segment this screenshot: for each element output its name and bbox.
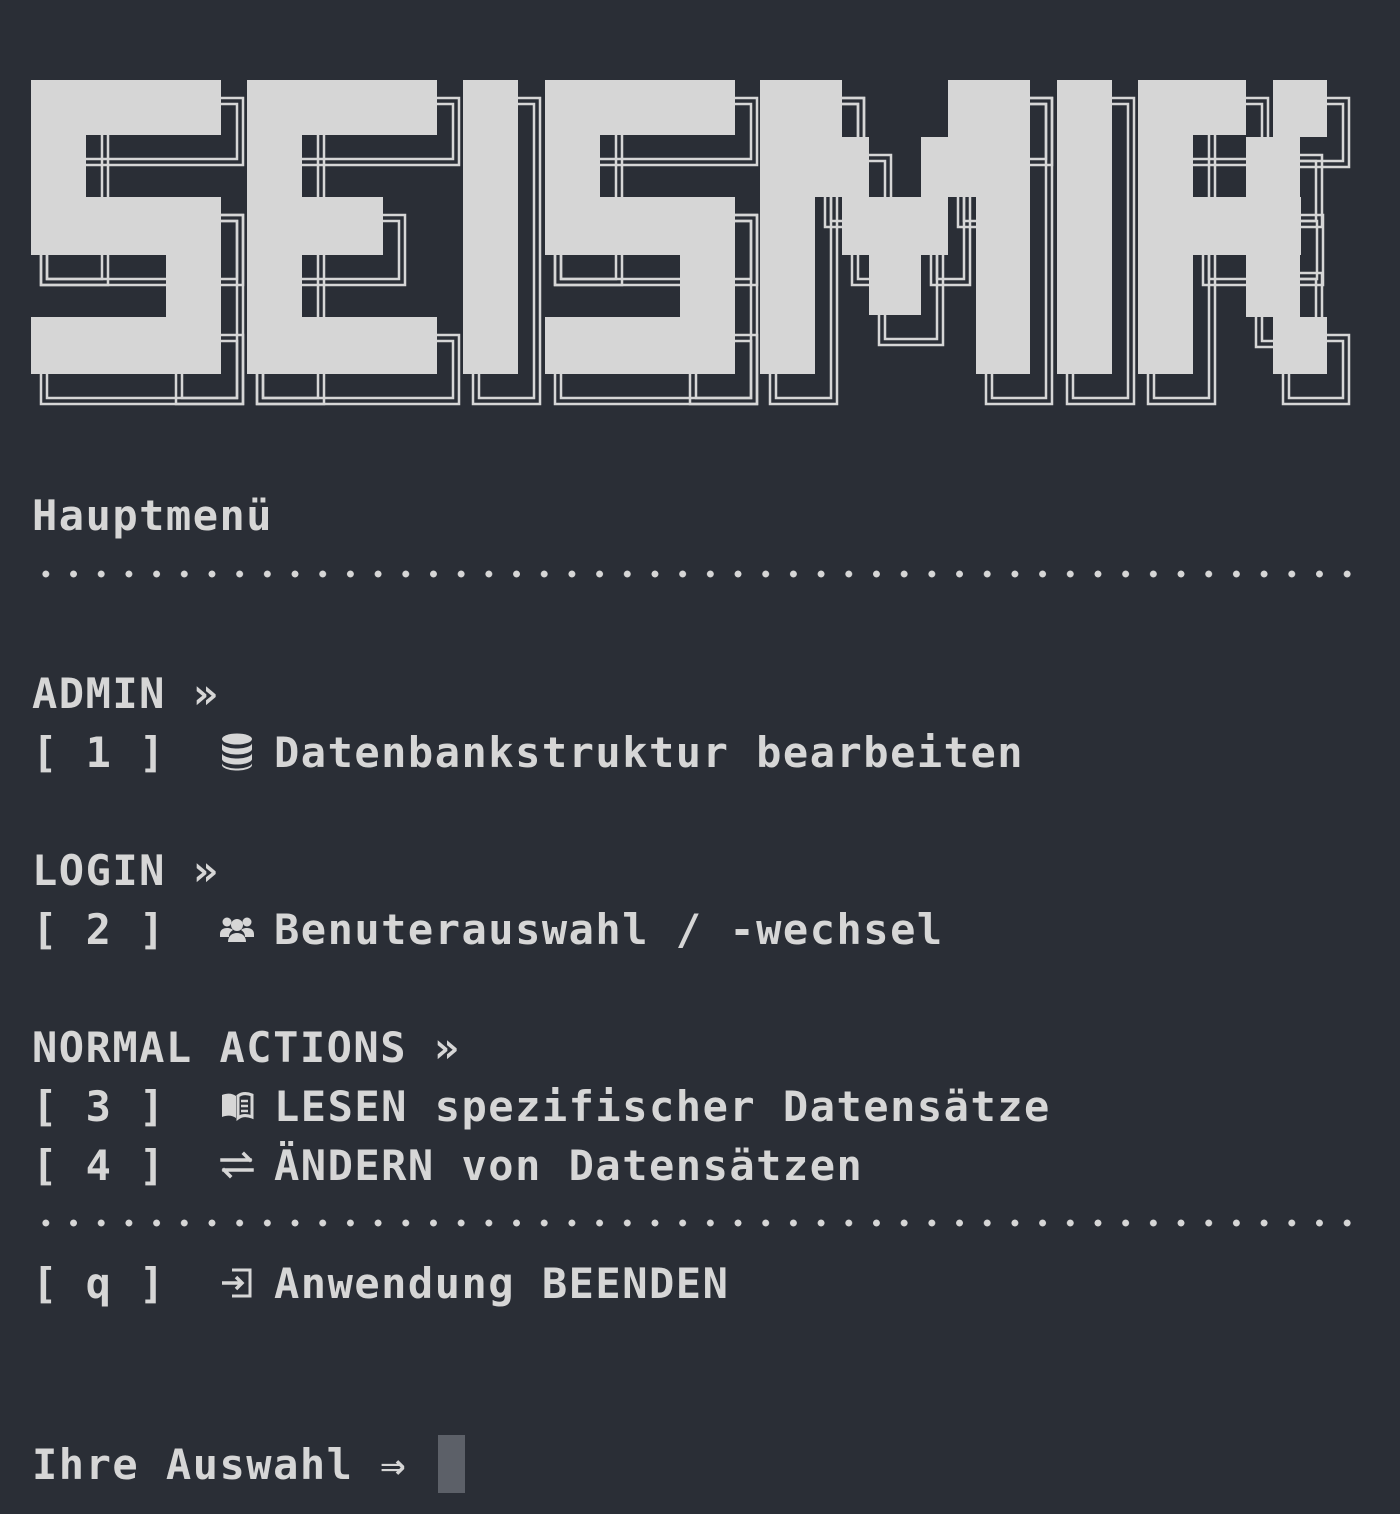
menu-item-lesen[interactable]: [ 3 ] LESEN spezifischer Datensätze [32, 1080, 1051, 1132]
app-banner-logo [0, 0, 1400, 440]
menu-item-label: LESEN spezifischer Datensätze [274, 1081, 1051, 1131]
exit-icon [218, 1264, 256, 1302]
menu-item-key: [ 2 ] [32, 904, 166, 954]
menu-item-beenden[interactable]: [ q ] Anwendung BEENDEN [32, 1257, 729, 1309]
book-icon [218, 1087, 256, 1125]
menu-item-key: [ q ] [32, 1258, 166, 1308]
menu-item-key: [ 1 ] [32, 727, 166, 777]
selection-prompt[interactable]: Ihre Auswahl ⇒ [32, 1434, 465, 1494]
menu-item-label: Benuterauswahl / -wechsel [274, 904, 944, 954]
menu-divider-top [32, 568, 1362, 580]
users-icon [218, 910, 256, 948]
menu-item-datenbankstruktur[interactable]: [ 1 ] Datenbankstruktur bearbeiten [32, 726, 1024, 778]
menu-item-benutzerauswahl[interactable]: [ 2 ] Benuterauswahl / -wechsel [32, 903, 944, 955]
menu-item-label: Anwendung BEENDEN [274, 1258, 730, 1308]
section-login-label: LOGIN » [32, 846, 220, 895]
menu-item-label: Datenbankstruktur bearbeiten [274, 727, 1025, 777]
section-normal-actions-label: NORMAL ACTIONS » [32, 1023, 461, 1072]
database-icon [218, 733, 256, 771]
prompt-label: Ihre Auswahl ⇒ [32, 1439, 434, 1489]
exchange-icon [218, 1146, 256, 1184]
menu-item-aendern[interactable]: [ 4 ] ÄNDERN von Datensätzen [32, 1139, 863, 1191]
menu-item-key: [ 4 ] [32, 1140, 166, 1190]
menu-item-key: [ 3 ] [32, 1081, 166, 1131]
text-cursor[interactable] [437, 1435, 465, 1493]
menu-item-label: ÄNDERN von Datensätzen [274, 1140, 864, 1190]
menu-title: Hauptmenü [32, 491, 274, 540]
section-admin-label: ADMIN » [32, 669, 220, 718]
menu-divider-bottom [32, 1217, 1362, 1229]
